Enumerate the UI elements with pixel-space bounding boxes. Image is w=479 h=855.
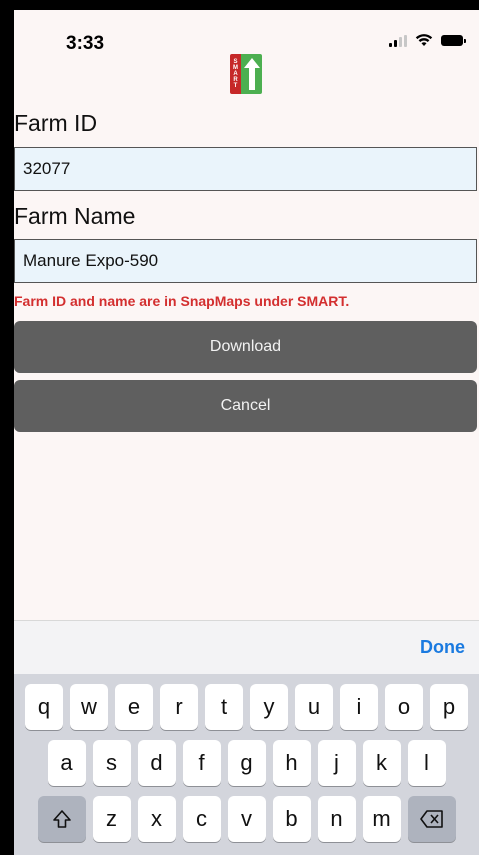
key[interactable]: j: [317, 740, 356, 786]
key[interactable]: k: [362, 740, 401, 786]
phone-frame: 3:33 S M A R T Farm ID 32077 Farm Name M…: [0, 0, 479, 855]
key[interactable]: s: [92, 740, 131, 786]
key[interactable]: n: [317, 796, 356, 842]
key[interactable]: q: [25, 684, 63, 730]
farm-name-input[interactable]: Manure Expo-590: [14, 239, 477, 283]
key[interactable]: z: [92, 796, 131, 842]
key[interactable]: c: [182, 796, 221, 842]
keyboard-row-1: q w e r t y u i o p: [14, 684, 479, 730]
download-button[interactable]: Download: [14, 321, 477, 373]
farm-id-label: Farm ID: [14, 110, 98, 136]
key[interactable]: r: [160, 684, 198, 730]
app-screen: 3:33 S M A R T Farm ID 32077 Farm Name M…: [14, 10, 479, 855]
farm-hint-text: Farm ID and name are in SnapMaps under S…: [14, 293, 350, 309]
status-time: 3:33: [66, 33, 105, 54]
key[interactable]: b: [272, 796, 311, 842]
wifi-icon: [415, 34, 433, 46]
done-button[interactable]: Done: [420, 637, 465, 658]
key[interactable]: w: [70, 684, 108, 730]
key[interactable]: d: [137, 740, 176, 786]
up-arrow-icon: [241, 54, 262, 94]
battery-icon: [441, 35, 466, 46]
key[interactable]: a: [47, 740, 86, 786]
cancel-button[interactable]: Cancel: [14, 380, 477, 432]
status-icons: [389, 34, 466, 47]
key[interactable]: h: [272, 740, 311, 786]
keyboard-accessory-bar: Done: [14, 620, 479, 675]
key[interactable]: v: [227, 796, 266, 842]
keyboard-row-2: a s d f g h j k l: [14, 740, 479, 786]
farm-name-label: Farm Name: [14, 203, 136, 229]
farm-id-input[interactable]: 32077: [14, 147, 477, 191]
key[interactable]: t: [205, 684, 243, 730]
key[interactable]: y: [250, 684, 288, 730]
key[interactable]: f: [182, 740, 221, 786]
smart-logo: S M A R T: [230, 54, 262, 94]
key[interactable]: m: [362, 796, 401, 842]
backspace-icon[interactable]: [407, 796, 456, 842]
shift-icon[interactable]: [37, 796, 86, 842]
cellular-signal-icon: [389, 34, 407, 47]
key[interactable]: o: [385, 684, 423, 730]
key[interactable]: p: [430, 684, 468, 730]
key[interactable]: g: [227, 740, 266, 786]
keyboard: q w e r t y u i o p a s d f g h j k l z …: [14, 674, 479, 855]
key[interactable]: i: [340, 684, 378, 730]
smart-logo-letters: S M A R T: [230, 54, 241, 94]
key[interactable]: l: [407, 740, 446, 786]
key[interactable]: u: [295, 684, 333, 730]
keyboard-row-3: z x c v b n m: [14, 796, 479, 842]
key[interactable]: e: [115, 684, 153, 730]
key[interactable]: x: [137, 796, 176, 842]
